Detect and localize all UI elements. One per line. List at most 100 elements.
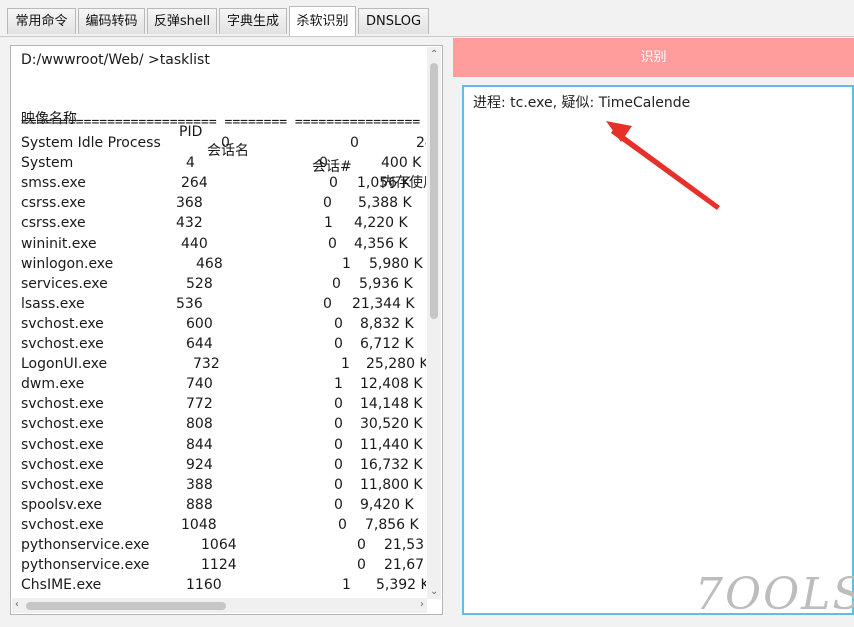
- process-row: System Idle Process 0 0 24 K: [21, 135, 426, 155]
- horizontal-scrollbar[interactable]: ‹ ›: [12, 598, 427, 613]
- process-row: pythonservice.exe 1124 0 21,67: [21, 557, 426, 577]
- process-name: svchost.exe: [21, 396, 104, 413]
- process-name: ChsIME.exe: [21, 577, 102, 594]
- process-session: 0: [332, 275, 341, 292]
- process-name: pythonservice.exe: [21, 557, 150, 574]
- process-pid: 0: [221, 135, 230, 151]
- process-name: lsass.exe: [21, 295, 85, 312]
- process-row: svchost.exe 844 0 11,440 K: [21, 437, 426, 457]
- process-mem: 21,344 K: [352, 295, 415, 312]
- process-mem: 12,408 K: [360, 376, 423, 393]
- vertical-scrollbar[interactable]: ⌃ ⌄: [427, 47, 441, 599]
- process-session: 1: [341, 356, 350, 373]
- process-name: pythonservice.exe: [21, 537, 150, 553]
- process-pid: 924: [186, 456, 213, 473]
- tab-divider: [0, 36, 854, 37]
- process-session: 0: [357, 557, 366, 574]
- result-textarea[interactable]: 进程: tc.exe, 疑似: TimeCalende: [462, 85, 854, 615]
- process-name: System Idle Process: [21, 135, 161, 151]
- process-name: services.exe: [21, 275, 108, 292]
- process-session: 0: [334, 496, 343, 513]
- process-pid: 432: [176, 215, 203, 232]
- process-name: System: [21, 155, 74, 172]
- process-pid: 772: [186, 396, 213, 413]
- process-row: wininit.exe 440 0 4,356 K: [21, 236, 426, 256]
- terminal-text[interactable]: D:/wwwroot/Web/ >tasklist 映像名称 PID 会话名 会…: [21, 52, 426, 597]
- process-mem: 14,148 K: [360, 396, 423, 413]
- process-name: wininit.exe: [21, 235, 97, 252]
- process-row: svchost.exe 644 0 6,712 K: [21, 336, 426, 356]
- process-name: svchost.exe: [21, 436, 104, 453]
- process-mem: 11,440 K: [360, 436, 423, 453]
- process-pid: 4: [186, 155, 195, 172]
- process-mem: 5,936 K: [359, 275, 413, 292]
- chevron-down-icon[interactable]: ⌄: [430, 587, 438, 597]
- process-session: 0: [334, 476, 343, 493]
- identify-button[interactable]: 识别: [453, 38, 854, 77]
- process-mem: 400 K: [381, 155, 422, 172]
- result-text: 进程: tc.exe, 疑似: TimeCalende: [473, 95, 691, 111]
- process-pid: 536: [176, 295, 203, 312]
- process-mem: 1,056 K: [357, 175, 411, 192]
- process-mem: 16,732 K: [360, 456, 423, 473]
- tab-reverse-shell[interactable]: 反弹shell: [147, 8, 217, 34]
- process-pid: 844: [186, 436, 213, 453]
- tab-encoding[interactable]: 编码转码: [78, 8, 145, 34]
- process-mem: 5,392 K: [376, 577, 426, 594]
- tab-dictionary[interactable]: 字典生成: [219, 8, 287, 34]
- process-mem: 5,388 K: [358, 195, 412, 212]
- process-name: dwm.exe: [21, 376, 85, 393]
- process-row: lsass.exe 536 0 21,344 K: [21, 296, 426, 316]
- process-row: smss.exe 264 0 1,056 K: [21, 175, 426, 195]
- process-row: svchost.exe 1048 0 7,856 K: [21, 517, 426, 537]
- process-name: svchost.exe: [21, 456, 104, 473]
- process-pid: 1048: [181, 516, 217, 533]
- process-pid: 740: [186, 376, 213, 393]
- vertical-scroll-thumb[interactable]: [430, 63, 438, 319]
- horizontal-scroll-thumb[interactable]: [26, 602, 226, 610]
- chevron-left-icon[interactable]: ‹: [15, 600, 19, 610]
- process-pid: 1160: [186, 577, 222, 594]
- process-row: svchost.exe 924 0 16,732 K: [21, 457, 426, 477]
- tab-common-commands[interactable]: 常用命令: [7, 8, 76, 34]
- process-mem: 25,280 K: [366, 356, 426, 373]
- process-pid: 440: [181, 235, 208, 252]
- process-session: 0: [334, 315, 343, 332]
- process-session: 0: [350, 135, 359, 151]
- process-session: 0: [334, 416, 343, 433]
- process-session: 0: [334, 456, 343, 473]
- process-session: 1: [342, 577, 351, 594]
- terminal-output-area[interactable]: D:/wwwroot/Web/ >tasklist 映像名称 PID 会话名 会…: [10, 45, 443, 615]
- chevron-right-icon[interactable]: ›: [420, 600, 424, 610]
- separator-line: ========================= ======== =====…: [21, 115, 421, 130]
- process-mem: 9,420 K: [360, 496, 414, 513]
- process-mem: 8,832 K: [360, 315, 414, 332]
- process-row: svchost.exe 808 0 30,520 K: [21, 416, 426, 436]
- process-name: svchost.exe: [21, 336, 104, 352]
- tab-av-identify[interactable]: 杀软识别: [289, 6, 356, 37]
- process-pid: 264: [181, 175, 208, 192]
- process-session: 0: [323, 195, 332, 212]
- chevron-up-icon[interactable]: ⌃: [430, 50, 438, 60]
- process-pid: 644: [186, 336, 213, 352]
- process-pid: 888: [186, 496, 213, 513]
- process-session: 0: [338, 516, 347, 533]
- process-pid: 368: [176, 195, 203, 212]
- process-session: 0: [334, 336, 343, 352]
- process-session: 0: [334, 436, 343, 453]
- process-row: svchost.exe 388 0 11,800 K: [21, 477, 426, 497]
- process-row: services.exe 528 0 5,936 K: [21, 276, 426, 296]
- command-line: D:/wwwroot/Web/ >tasklist: [21, 52, 210, 68]
- process-row: System 4 0 400 K: [21, 155, 426, 175]
- tab-dnslog[interactable]: DNSLOG: [358, 8, 429, 34]
- process-session: 0: [329, 175, 338, 192]
- table-header: 映像名称 PID 会话名 会话# 内存使用: [21, 92, 426, 191]
- process-mem: 24 K: [416, 135, 426, 151]
- process-name: LogonUI.exe: [21, 356, 108, 373]
- process-session: 1: [342, 255, 351, 272]
- process-mem: 4,220 K: [354, 215, 408, 232]
- process-mem: 11,800 K: [360, 476, 423, 493]
- process-mem: 21,67: [384, 557, 425, 574]
- process-row: csrss.exe 432 1 4,220 K: [21, 215, 426, 235]
- process-pid: 388: [186, 476, 213, 493]
